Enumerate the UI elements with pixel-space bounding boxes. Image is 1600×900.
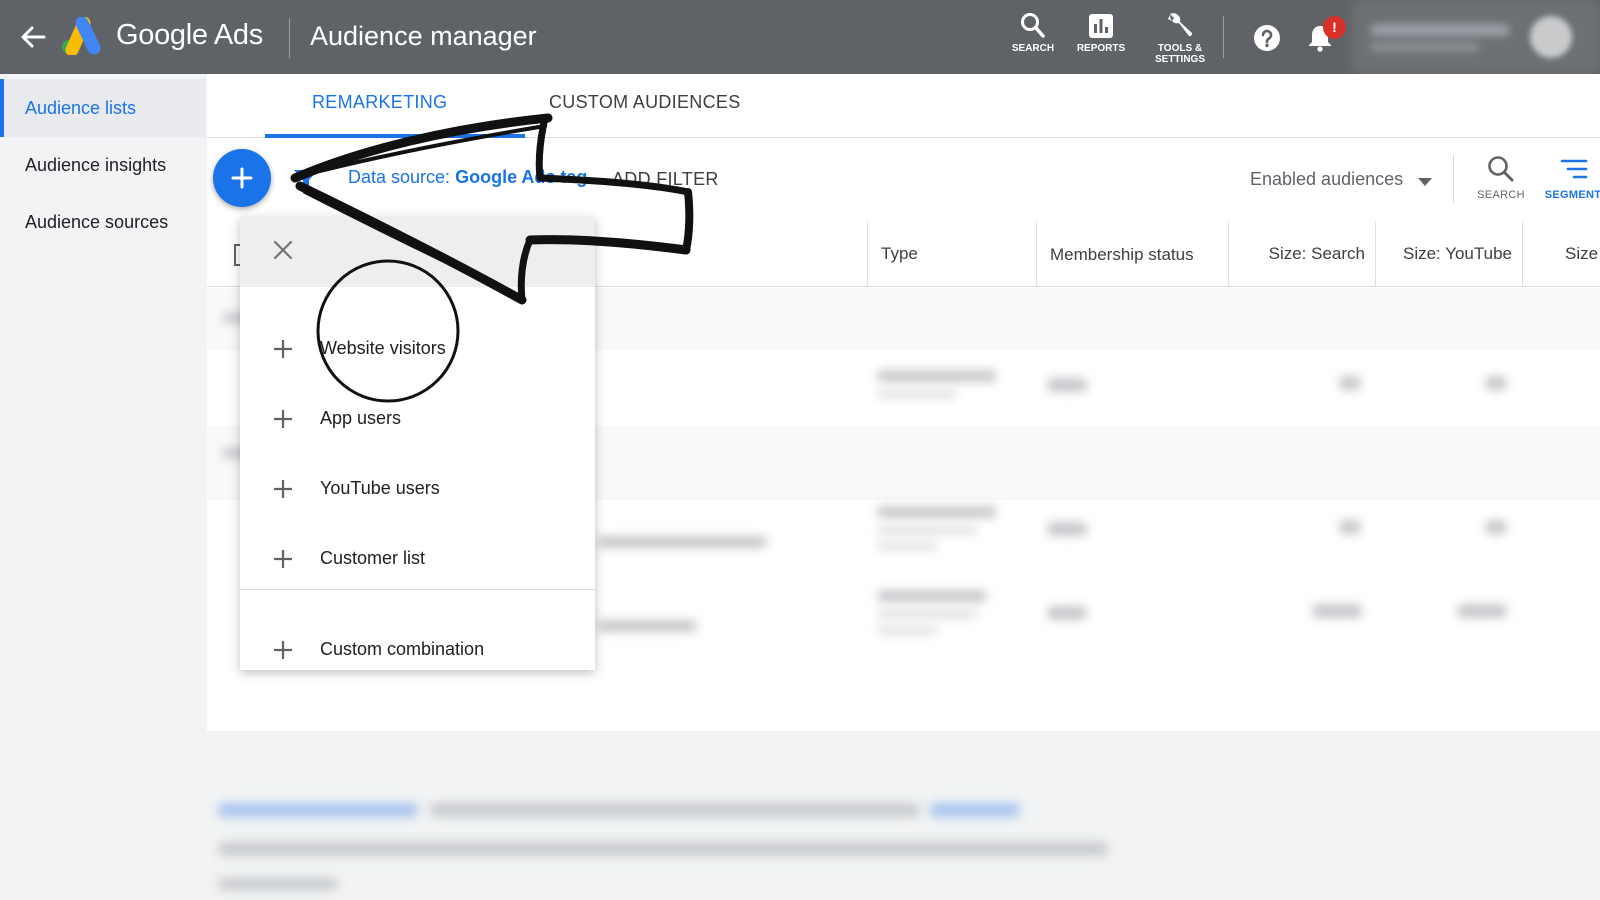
plus-icon (274, 641, 292, 659)
footer-link-blurred[interactable] (218, 803, 418, 817)
blurred-cell (597, 536, 767, 548)
tools-label-line1: TOOLS & (1157, 43, 1203, 54)
column-divider (1375, 221, 1376, 287)
menu-item-app-users[interactable]: App users (240, 384, 595, 454)
blurred-cell (877, 626, 937, 634)
top-bar: Google Ads Audience manager SEARCH REPOR… (0, 0, 1600, 74)
plus-icon (274, 340, 292, 358)
menu-item-website-visitors[interactable]: Website visitors (240, 314, 595, 384)
blurred-cell (877, 390, 957, 398)
blurred-cell (1457, 604, 1507, 618)
column-divider (1228, 221, 1229, 287)
column-size[interactable]: Size (1565, 221, 1598, 287)
header-divider-right (1223, 16, 1224, 58)
blurred-cell (877, 370, 997, 382)
footer-text-blurred (218, 842, 1108, 856)
back-arrow-icon[interactable] (18, 20, 48, 54)
blurred-cell (1047, 522, 1087, 536)
blurred-cell (1485, 520, 1507, 534)
blurred-cell (1339, 520, 1361, 534)
help-icon[interactable] (1253, 24, 1281, 57)
add-filter-button[interactable]: ADD FILTER (612, 169, 719, 190)
blurred-cell (1312, 604, 1362, 618)
search-icon (1021, 13, 1045, 38)
search-icon (1488, 156, 1514, 182)
notification-badge: ! (1323, 16, 1346, 39)
header-search-label: SEARCH (1011, 43, 1055, 54)
segment-button[interactable]: SEGMENT (1538, 155, 1600, 201)
menu-header (240, 217, 595, 287)
tab-remarketing[interactable]: REMARKETING (312, 74, 447, 138)
blurred-cell (1485, 376, 1507, 390)
sidebar: Audience lists Audience insights Audienc… (0, 74, 206, 900)
blurred-cell (1047, 378, 1087, 392)
menu-item-youtube-users[interactable]: YouTube users (240, 454, 595, 524)
segment-label: SEGMENT (1544, 189, 1600, 201)
menu-item-customer-list[interactable]: Customer list (240, 524, 595, 594)
menu-item-label: App users (320, 408, 402, 428)
sidebar-item-audience-insights[interactable]: Audience insights (0, 136, 206, 194)
blurred-cell (877, 542, 937, 550)
reports-label: REPORTS (1076, 43, 1126, 54)
tab-custom-audiences[interactable]: CUSTOM AUDIENCES (549, 74, 741, 138)
blurred-cell (597, 620, 697, 632)
enabled-audiences-dropdown[interactable]: Enabled audiences (1250, 169, 1403, 190)
column-size-search[interactable]: Size: Search (1239, 221, 1365, 287)
sidebar-item-audience-lists[interactable]: Audience lists (0, 79, 206, 137)
caret-down-icon[interactable] (1418, 174, 1432, 192)
brand-name: Google Ads (116, 19, 263, 51)
segment-lines-icon (1560, 159, 1588, 179)
tab-bar: REMARKETING CUSTOM AUDIENCES (207, 74, 1600, 138)
blurred-cell (877, 506, 997, 518)
wrench-icon (1168, 13, 1193, 37)
header-divider (289, 18, 290, 58)
menu-item-custom-combination[interactable]: Custom combination (240, 615, 595, 685)
footer-text-blurred (430, 803, 920, 817)
table-search-label: SEARCH (1477, 189, 1525, 201)
account-id-blurred (1370, 42, 1480, 52)
header-search-button[interactable]: SEARCH (1005, 12, 1061, 54)
footer-link-blurred[interactable] (930, 803, 1020, 817)
table-search-button[interactable]: SEARCH (1470, 155, 1532, 201)
sidebar-item-audience-sources[interactable]: Audience sources (0, 193, 206, 251)
data-source-label: Data source: (348, 167, 451, 187)
blurred-cell (877, 610, 977, 618)
google-ads-logo-icon (60, 16, 102, 57)
column-type[interactable]: Type (881, 221, 918, 287)
add-audience-button[interactable] (213, 149, 271, 207)
data-source-filter-chip[interactable]: Data source: Google Ads tag (348, 167, 587, 188)
filter-icon[interactable] (293, 168, 319, 193)
column-membership-status[interactable]: Membership status (1050, 221, 1200, 287)
data-source-value: Google Ads tag (455, 167, 588, 187)
menu-divider (240, 589, 595, 590)
blurred-cell (877, 590, 987, 602)
menu-item-label: YouTube users (320, 478, 440, 498)
reports-icon (1089, 14, 1113, 38)
plus-icon (274, 480, 292, 498)
close-icon[interactable] (273, 240, 293, 265)
tools-settings-button[interactable]: TOOLS & SETTINGS (1140, 10, 1220, 65)
active-tab-indicator (265, 134, 525, 138)
page-title: Audience manager (310, 21, 537, 51)
column-size-youtube[interactable]: Size: YouTube (1385, 221, 1512, 287)
blurred-cell (1047, 606, 1087, 620)
column-divider (1522, 221, 1523, 287)
plus-icon (274, 410, 292, 428)
blurred-cell (1339, 376, 1361, 390)
blurred-cell (877, 526, 977, 534)
avatar[interactable] (1530, 16, 1572, 58)
add-audience-menu: Website visitors App users YouTube users… (240, 217, 595, 670)
tools-label-line2: SETTINGS (1154, 54, 1205, 65)
toolbar-divider (1453, 155, 1454, 203)
footer-text-blurred (218, 878, 338, 890)
column-divider (867, 221, 868, 287)
menu-item-label: Website visitors (320, 338, 446, 358)
account-name-blurred (1370, 24, 1510, 36)
menu-item-label: Custom combination (320, 639, 485, 659)
plus-icon (231, 167, 253, 189)
column-divider (1036, 221, 1037, 287)
menu-item-label: Customer list (320, 548, 426, 568)
plus-icon (274, 550, 292, 568)
reports-button[interactable]: REPORTS (1069, 12, 1133, 54)
